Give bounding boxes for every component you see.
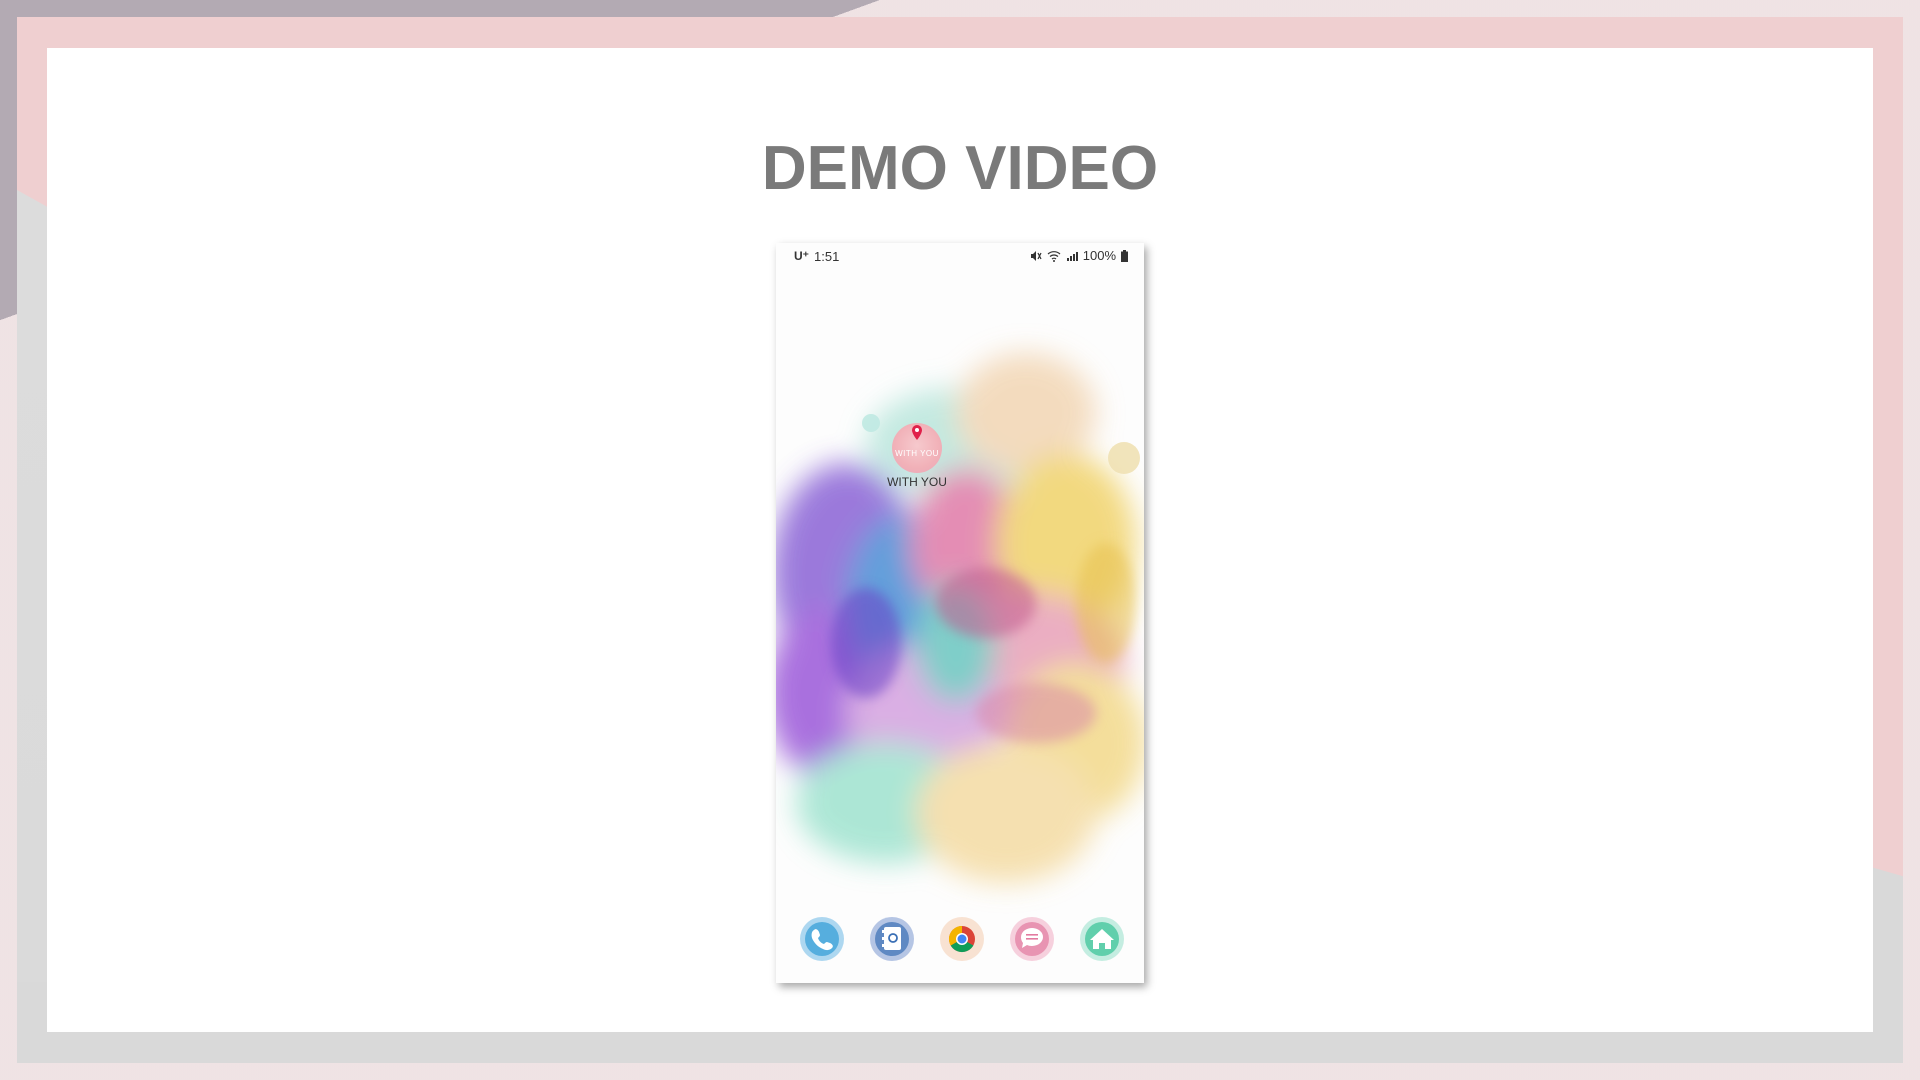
with-you-app-icon[interactable]: WITH YOU <box>889 423 945 503</box>
contacts-icon <box>870 917 914 961</box>
wifi-icon <box>1047 250 1061 262</box>
status-indicators: 100% <box>1030 248 1128 263</box>
home-icon <box>1080 917 1124 961</box>
location-pin-icon <box>912 425 922 440</box>
chrome-icon <box>940 917 984 961</box>
app-dock <box>786 913 1134 969</box>
contacts-app-button[interactable] <box>866 913 918 965</box>
app-label: WITH YOU <box>887 475 947 489</box>
messages-icon <box>1010 917 1054 961</box>
status-time: 1:51 <box>814 249 840 264</box>
chrome-app-button[interactable] <box>936 913 988 965</box>
messages-app-button[interactable] <box>1006 913 1058 965</box>
battery-icon <box>1121 249 1128 262</box>
status-bar: U⁺ 1:51 100% <box>776 243 1144 269</box>
battery-percent: 100% <box>1082 248 1116 263</box>
phone-screen-video[interactable]: U⁺ 1:51 100% WITH YOU WITH YOU <box>776 243 1144 983</box>
signal-icon <box>1066 251 1078 261</box>
slide: DEMO VIDEO U⁺ 1:51 100% WITH YOU WITH YO… <box>47 48 1873 1032</box>
phone-app-button[interactable] <box>796 913 848 965</box>
carrier-label: U⁺ <box>794 249 809 263</box>
slide-title: DEMO VIDEO <box>761 134 1159 203</box>
mute-icon <box>1030 250 1042 261</box>
frame-bottom-strip <box>17 1032 1903 1063</box>
phone-icon <box>800 917 844 961</box>
watercolor-wallpaper <box>776 353 1144 883</box>
home-app-button[interactable] <box>1076 913 1128 965</box>
app-icon-text: WITH YOU <box>895 449 939 458</box>
